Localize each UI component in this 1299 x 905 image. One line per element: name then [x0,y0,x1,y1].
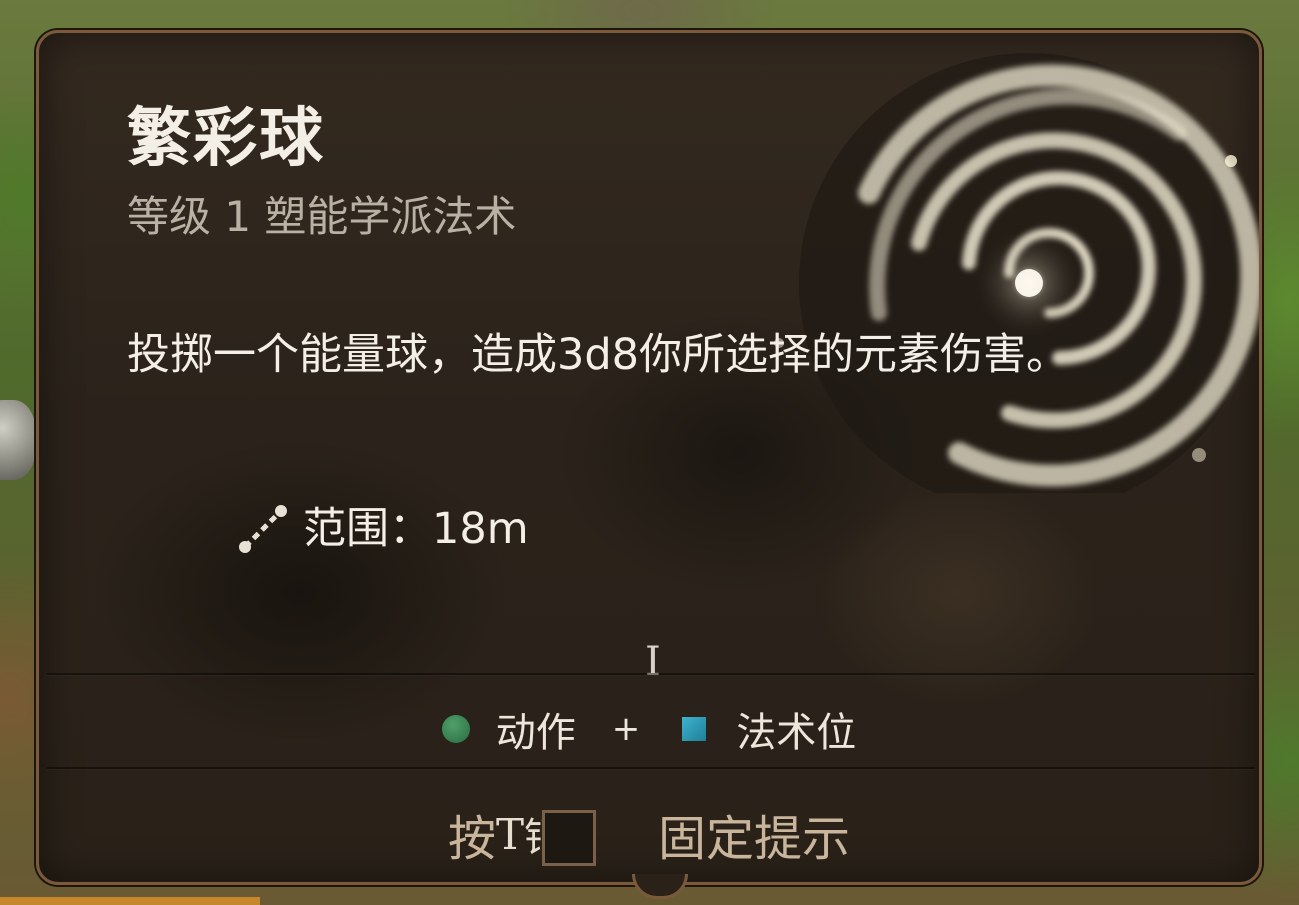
action-cost: 动作 [441,700,576,758]
hint-suffix: 固定提示 [658,811,851,867]
action-label: 动作 [495,710,576,756]
hotbar-edge [0,897,260,905]
spell-slot-square-icon [682,717,707,741]
resource-cost-row: 动作 + 法术位 [39,699,1259,759]
spell-description: 投掷一个能量球，造成3d8你所选择的元素伤害。 [127,330,1070,380]
pin-tooltip-hint: 按 T 销 固定提示 [39,799,1259,869]
divider [47,767,1255,770]
spell-tooltip: 繁彩球 等级 1 塑能学派法术 投掷一个能量球，造成3d8你所选择的元素伤害。 … [36,30,1262,885]
text-cursor-icon: I [645,639,661,685]
spell-slot-label: 法术位 [736,710,857,756]
spell-name: 繁彩球 [127,102,325,176]
action-circle-icon [441,715,470,743]
range-dotted-line-icon [239,505,287,553]
cost-plus: + [611,709,641,749]
divider [47,673,1255,676]
spell-slot-cost: 法术位 [682,700,856,758]
hint-prefix: 按 [447,811,496,867]
spell-level-school: 等级 1 塑能学派法术 [127,192,517,241]
range-label: 范围： [303,504,432,554]
hint-key: T [495,809,524,859]
keybind-frame-icon [542,810,596,866]
spell-vortex-illustration [774,53,1259,493]
range-property: 范围： 18m [235,499,529,559]
background-rock [0,400,36,480]
range-value: 18m [432,504,529,554]
